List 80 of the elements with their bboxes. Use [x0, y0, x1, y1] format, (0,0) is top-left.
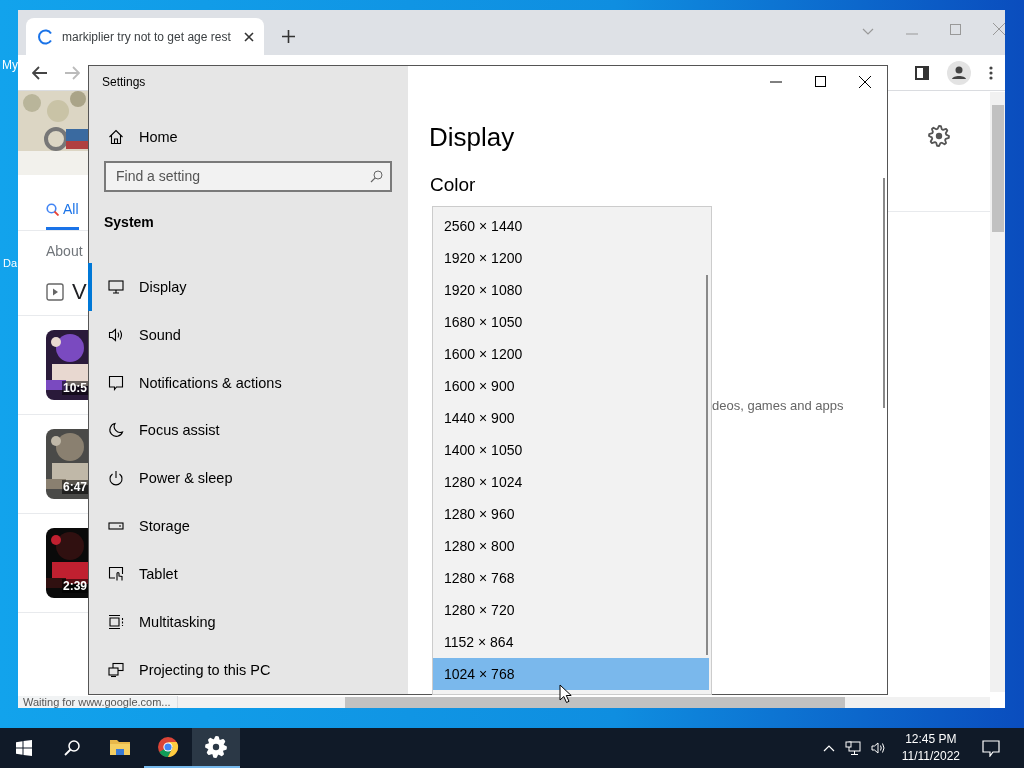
- dropdown-option[interactable]: 1024 × 768: [433, 658, 709, 690]
- chevron-up-icon[interactable]: [822, 744, 835, 752]
- display-icon: [108, 278, 124, 295]
- menu-dots-icon[interactable]: [989, 65, 993, 80]
- search-tab[interactable]: All: [46, 187, 79, 230]
- nav-item[interactable]: Display: [88, 262, 408, 311]
- new-tab-icon[interactable]: [282, 30, 295, 43]
- multitasking-icon: [108, 614, 124, 631]
- result-info-text: About: [45, 242, 84, 259]
- search-icon: [46, 202, 59, 216]
- settings-gear-icon[interactable]: [928, 125, 950, 147]
- dropdown-option[interactable]: 2560 × 1440: [433, 210, 709, 242]
- nav-item[interactable]: Notifications & actions: [88, 358, 408, 407]
- browser-tab[interactable]: markiplier try not to get age rest: [26, 18, 264, 55]
- dropdown-option[interactable]: 1920 × 1200: [433, 242, 709, 274]
- nav-item[interactable]: Power & sleep: [88, 454, 408, 503]
- nav-item[interactable]: Tablet: [88, 550, 408, 599]
- window-title: Settings: [101, 74, 147, 91]
- dropdown-option[interactable]: 1600 × 900: [433, 370, 709, 402]
- nav-item[interactable]: Multitasking: [88, 598, 408, 647]
- projector-screens-icon: [108, 662, 124, 679]
- section-heading: Color: [429, 174, 477, 196]
- windows-logo-icon: [16, 740, 32, 756]
- message-icon: [108, 374, 124, 391]
- search-icon: [370, 169, 383, 183]
- clock-button[interactable]: 12:45 PM 11/11/2022: [893, 731, 968, 765]
- dropdown-option[interactable]: 1280 × 768: [433, 562, 709, 594]
- dropdown-option[interactable]: 1280 × 800: [433, 530, 709, 562]
- search-icon: [64, 740, 80, 756]
- dropdown-option[interactable]: 1400 × 1050: [433, 434, 709, 466]
- dropdown-option[interactable]: 1920 × 1080: [433, 274, 709, 306]
- taskbar-app-button[interactable]: [192, 728, 240, 768]
- speaker-icon: [108, 326, 124, 343]
- dropdown-option[interactable]: 1600 × 1200: [433, 338, 709, 370]
- nav-item[interactable]: Storage: [88, 502, 408, 551]
- close-icon[interactable]: [859, 75, 871, 88]
- nav-item[interactable]: Sound: [88, 310, 408, 359]
- moon-icon: [108, 422, 124, 439]
- close-icon[interactable]: [244, 31, 254, 42]
- dropdown-option[interactable]: 1280 × 720: [433, 594, 709, 626]
- page-heading: Display: [429, 122, 516, 153]
- scrollbar-thumb[interactable]: [706, 275, 708, 655]
- scrollbar-thumb[interactable]: [883, 178, 885, 408]
- network-icon[interactable]: [844, 740, 861, 756]
- nav-item[interactable]: Projecting to this PC: [88, 646, 408, 695]
- forward-arrow-icon: [64, 65, 80, 80]
- power-icon: [108, 470, 124, 487]
- section-heading: System: [103, 212, 155, 232]
- video-duration: 2:39: [61, 579, 88, 593]
- settings-gear-icon: [205, 736, 227, 758]
- tablet-touch-icon: [108, 566, 124, 583]
- video-duration: 10:5: [61, 381, 88, 395]
- nav-item[interactable]: Home: [88, 112, 408, 161]
- nav-item[interactable]: Focus assist: [88, 406, 408, 455]
- tab-title: markiplier try not to get age rest: [62, 29, 232, 44]
- description-text: deos, games and apps: [712, 398, 844, 413]
- profile-avatar-icon[interactable]: [947, 60, 971, 85]
- side-panel-icon[interactable]: [915, 65, 929, 80]
- dropdown-option[interactable]: 1152 × 864: [433, 626, 709, 658]
- resolution-dropdown-list[interactable]: 2560 × 1440 1920 × 1200 1920 × 1080 1680 × 1050 1600 × 1200 1600 × 900 1440 × 900 1400 × 1050 1280 × 1024 1280 × 960 1280 × 800 1280 × 768 1280 × 720 1152 × 864 1024 × 768: [432, 206, 712, 695]
- speaker-icon[interactable]: [870, 741, 887, 755]
- section-heading: V: [72, 281, 87, 303]
- status-bubble: Waiting for www.google.com...: [18, 696, 178, 708]
- home-icon: [108, 128, 124, 145]
- mouse-cursor-icon: [559, 684, 572, 704]
- scrollbar-thumb[interactable]: [992, 105, 1004, 232]
- dropdown-option[interactable]: 1440 × 900: [433, 402, 709, 434]
- minimize-icon[interactable]: [770, 80, 782, 83]
- scrollbar-thumb[interactable]: [345, 697, 845, 708]
- chrome-logo-icon: [157, 736, 179, 758]
- dropdown-option[interactable]: 1680 × 1050: [433, 306, 709, 338]
- vertical-scrollbar[interactable]: [990, 92, 1005, 692]
- search-field[interactable]: Find a setting: [104, 160, 392, 192]
- dropdown-option[interactable]: 1280 × 1024: [433, 466, 709, 498]
- back-arrow-icon[interactable]: [32, 65, 48, 80]
- video-duration: 6:47: [61, 480, 88, 494]
- maximize-icon[interactable]: [815, 76, 826, 87]
- dropdown-option[interactable]: 1280 × 960: [433, 498, 709, 530]
- notification-icon[interactable]: [982, 739, 1000, 757]
- video-icon: [46, 283, 64, 301]
